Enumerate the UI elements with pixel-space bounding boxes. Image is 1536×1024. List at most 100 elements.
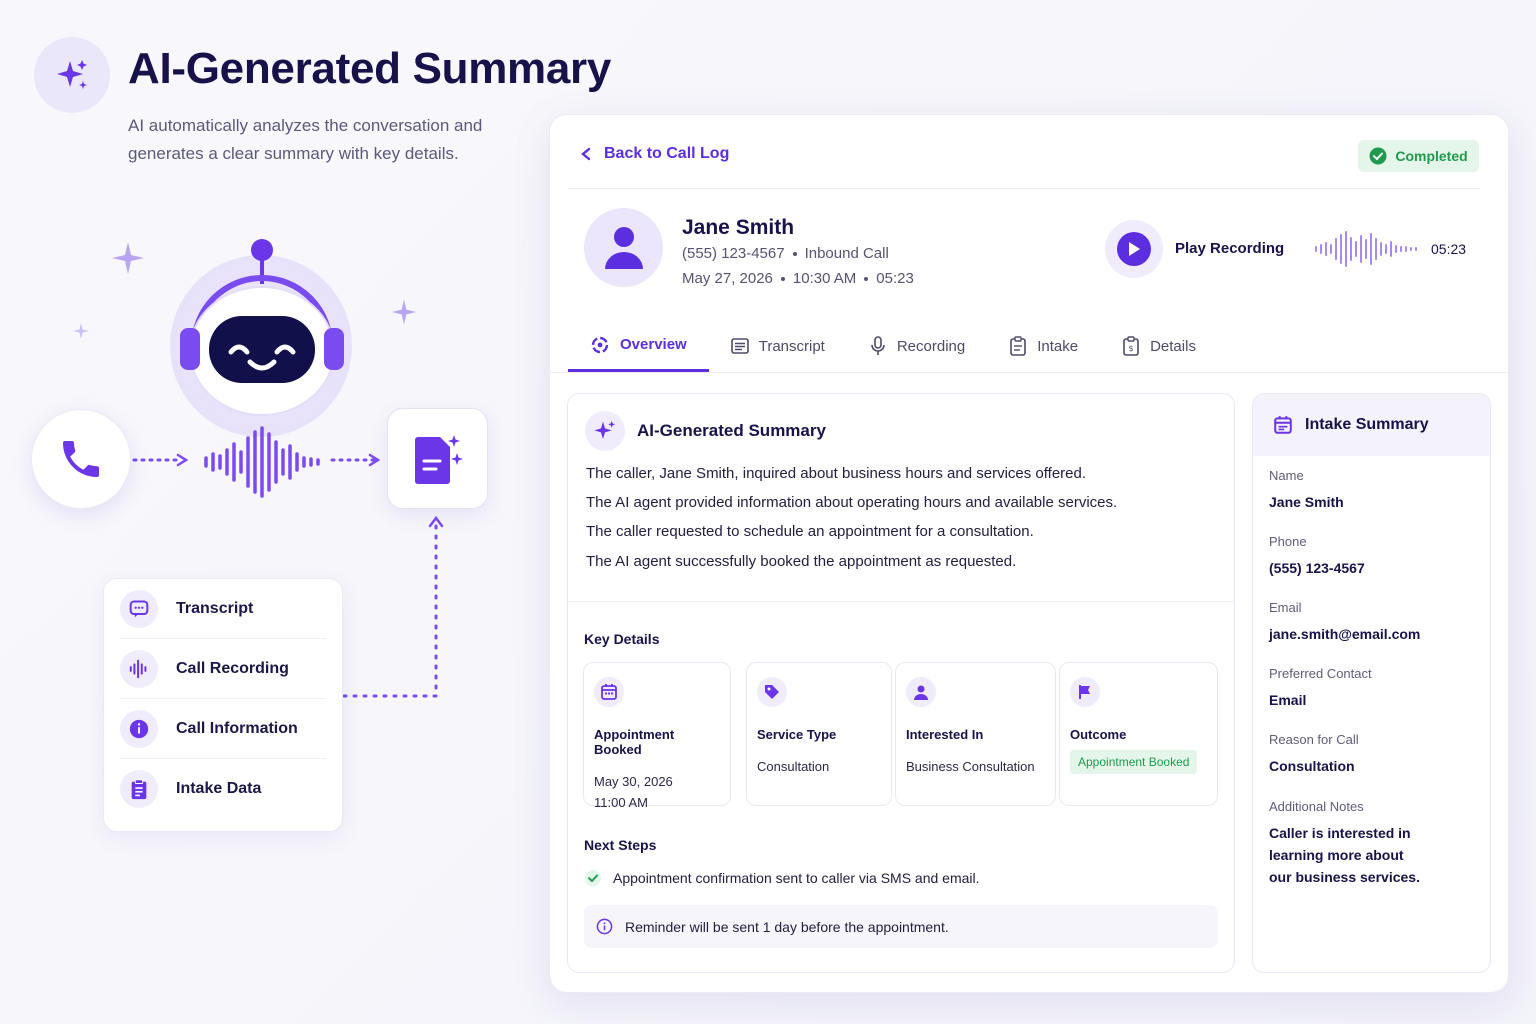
reminder-text: Reminder will be sent 1 day before the a…: [625, 918, 949, 935]
separator-dot: [780, 276, 785, 281]
flag-icon: [1070, 677, 1100, 707]
caller-phone: (555) 123-4567: [682, 245, 785, 262]
intake-field-value: Caller is interested in learning more ab…: [1269, 825, 1420, 885]
key-detail-label: Appointment Booked: [594, 727, 675, 757]
check-circle-icon: [1369, 147, 1387, 165]
details-icon: $: [1123, 336, 1139, 356]
caller-name: Jane Smith: [682, 216, 795, 239]
caller-meta-line2: May 27, 2026 10:30 AM 05:23: [682, 270, 914, 287]
waveform-icon: [204, 426, 320, 498]
feature-label: Call Information: [176, 719, 298, 737]
intake-field-value: Consultation: [1269, 758, 1355, 774]
check-icon: [585, 870, 601, 886]
summary-title: AI-Generated Summary: [637, 421, 826, 440]
divider: [568, 601, 1234, 602]
tab-label: Details: [1150, 337, 1196, 355]
summary-line: The caller, Jane Smith, inquired about b…: [586, 465, 1087, 482]
tab-details[interactable]: $ Details: [1100, 320, 1218, 372]
page-subtitle: AI automatically analyzes the conversati…: [128, 116, 483, 163]
intake-field-value: (555) 123-4567: [1269, 560, 1365, 576]
page-title: AI-Generated Summary: [128, 44, 612, 93]
phone-node: [31, 409, 131, 509]
intake-field-value: Jane Smith: [1269, 494, 1344, 510]
intake-field-label: Email: [1269, 600, 1302, 615]
info-icon: [596, 918, 613, 935]
intake-field-label: Additional Notes: [1269, 799, 1364, 814]
intake-field-label: Reason for Call: [1269, 732, 1359, 747]
play-recording-label[interactable]: Play Recording: [1175, 240, 1284, 257]
call-date: May 27, 2026: [682, 270, 773, 287]
sparkle-icon: [57, 60, 87, 89]
next-steps-title: Next Steps: [584, 837, 657, 853]
summary-line: The AI agent successfully booked the app…: [586, 553, 1017, 570]
appointment-time: 11:00 AM: [594, 795, 648, 810]
summary-line: The caller requested to schedule an appo…: [586, 523, 1034, 540]
list-icon: [730, 338, 749, 354]
back-label: Back to Call Log: [604, 145, 730, 162]
key-detail-appointment: Appointment Booked May 30, 2026 11:00 AM: [583, 662, 731, 810]
intake-field-value: Email: [1269, 692, 1307, 708]
intake-field-label: Preferred Contact: [1269, 666, 1372, 681]
caller-meta-line1: (555) 123-4567 Inbound Call: [682, 245, 889, 262]
play-recording-button[interactable]: [1105, 220, 1163, 278]
flow-arrow: [342, 515, 444, 698]
document-node: [387, 408, 488, 509]
outcome-badge: Appointment Booked: [1070, 750, 1198, 774]
tab-overview[interactable]: Overview: [568, 320, 709, 372]
clipboard-icon: [1010, 336, 1027, 356]
intake-field-label: Name: [1269, 468, 1304, 483]
intake-header: Intake Summary: [1253, 394, 1490, 456]
feature-label: Call Recording: [176, 659, 289, 677]
tab-label: Transcript: [758, 337, 825, 355]
feature-transcript: Transcript: [120, 579, 326, 639]
hero-badge: [34, 37, 110, 113]
tag-icon: [757, 677, 787, 707]
flow-arrow: [330, 453, 381, 467]
play-icon: [1117, 232, 1151, 266]
status-badge: Completed: [1358, 140, 1479, 172]
sparkle-icon: [391, 299, 417, 325]
waveform-icon: [1315, 231, 1417, 267]
key-detail-label: Service Type: [757, 727, 837, 742]
tab-label: Recording: [896, 337, 966, 355]
key-detail-service-type: Service Type Consultation: [746, 662, 892, 806]
flow-arrow: [132, 453, 189, 467]
tab-intake[interactable]: Intake: [987, 320, 1100, 372]
feature-call-information: Call Information: [120, 699, 326, 759]
divider: [568, 188, 1480, 189]
key-detail-outcome: Outcome Appointment Booked: [1059, 662, 1218, 806]
sparkle-icon: [112, 242, 144, 274]
ai-document-icon: [414, 434, 463, 484]
avatar: [584, 208, 663, 287]
call-type: Inbound Call: [804, 245, 889, 262]
next-step-text: Appointment confirmation sent to caller …: [613, 870, 980, 886]
call-duration: 05:23: [876, 270, 914, 287]
intake-title: Intake Summary: [1305, 416, 1429, 433]
key-detail-value: Consultation: [757, 759, 830, 774]
sparkle-icon: [585, 411, 625, 451]
microphone-icon: [871, 336, 885, 355]
tab-transcript[interactable]: Transcript: [709, 320, 847, 372]
reminder-note: Reminder will be sent 1 day before the a…: [584, 905, 1218, 948]
tabs-divider: [549, 372, 1509, 373]
key-detail-value: Business Consultation: [906, 759, 1035, 774]
tab-label: Intake: [1037, 337, 1079, 355]
sparkle-icon: [73, 323, 89, 339]
phone-icon: [63, 441, 99, 477]
waveform-icon: [120, 649, 158, 688]
feature-label: Transcript: [176, 599, 254, 617]
feature-intake-data: Intake Data: [120, 759, 326, 819]
robot-icon: [180, 239, 344, 416]
back-to-call-log-link[interactable]: Back to Call Log: [580, 145, 729, 163]
status-label: Completed: [1395, 148, 1468, 164]
separator-dot: [864, 276, 869, 281]
person-icon: [906, 677, 936, 707]
intake-field-label: Phone: [1269, 534, 1307, 549]
key-detail-interested-in: Interested In Business Consultation: [895, 662, 1056, 806]
key-detail-label: Outcome: [1070, 727, 1127, 742]
feature-label: Intake Data: [176, 780, 262, 797]
intake-field-value: jane.smith@email.com: [1269, 626, 1421, 642]
tab-recording[interactable]: Recording: [847, 320, 987, 372]
feature-call-recording: Call Recording: [120, 639, 326, 699]
overview-icon: [591, 336, 609, 353]
